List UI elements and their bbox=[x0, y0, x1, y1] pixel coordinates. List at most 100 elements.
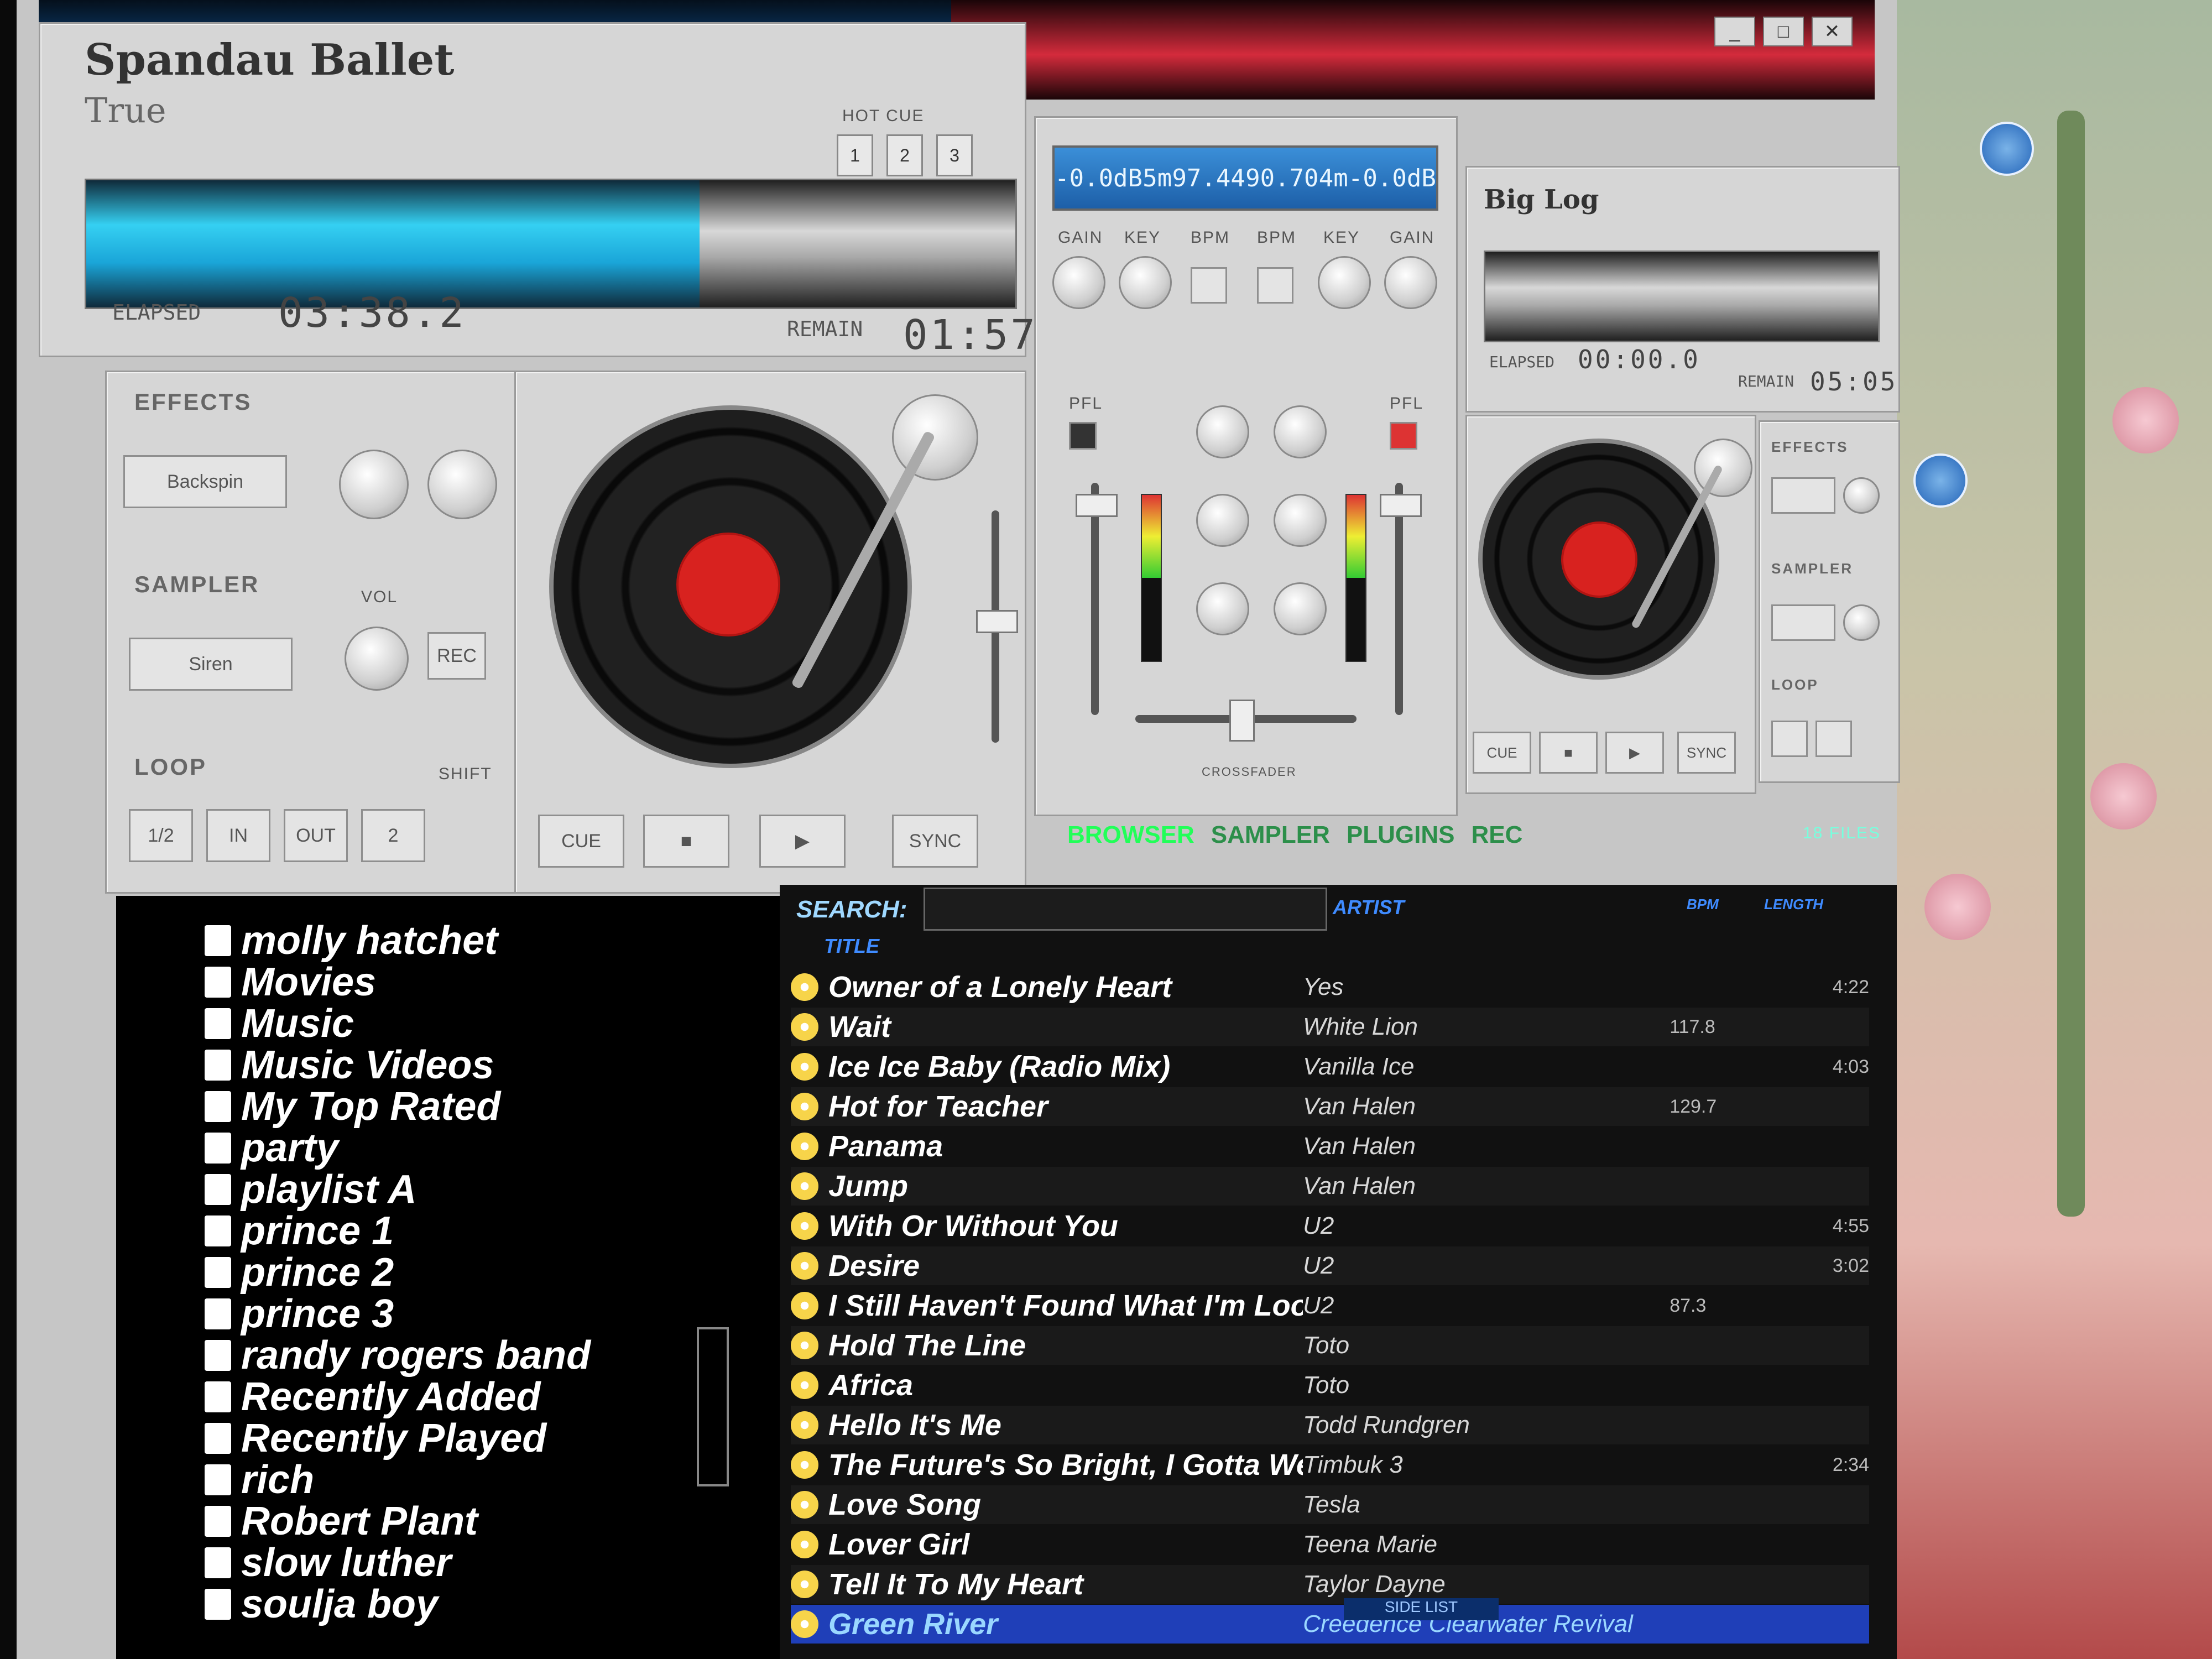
eq-high-left-knob[interactable] bbox=[1196, 405, 1249, 458]
deck-b-waveform[interactable] bbox=[1484, 251, 1880, 342]
table-row[interactable]: Hello It's Me Todd Rundgren bbox=[791, 1406, 1869, 1444]
table-row[interactable]: Wait White Lion 117.8 bbox=[791, 1008, 1869, 1046]
sidebar-item[interactable]: slow luther bbox=[205, 1540, 451, 1585]
loop-out-button[interactable]: OUT bbox=[284, 809, 348, 862]
table-row[interactable]: Green River Creedence Clearwater Revival bbox=[791, 1605, 1869, 1644]
sidebar-item[interactable]: molly hatchet bbox=[205, 918, 498, 963]
table-row[interactable]: I Still Haven't Found What I'm Looking F… bbox=[791, 1286, 1869, 1325]
loop-double-button[interactable]: 2 bbox=[361, 809, 425, 862]
side-list-button[interactable]: SIDE LIST bbox=[1344, 1598, 1499, 1620]
bpm-left-button[interactable] bbox=[1191, 267, 1227, 304]
channel-a-fader-cap[interactable] bbox=[1076, 494, 1118, 517]
deck-b-stop-button[interactable]: ■ bbox=[1539, 732, 1598, 774]
hot-cue-2-button[interactable]: 2 bbox=[886, 134, 923, 176]
column-header-length[interactable]: LENGTH bbox=[1764, 896, 1823, 913]
deck-b-sampler-select[interactable] bbox=[1771, 604, 1835, 641]
pfl-left-button[interactable] bbox=[1069, 422, 1097, 450]
sidebar-item[interactable]: soulja boy bbox=[205, 1582, 438, 1627]
sidebar-item[interactable]: rich bbox=[205, 1457, 314, 1503]
deck-b-loop-out-button[interactable] bbox=[1815, 721, 1852, 757]
effect-knob-2[interactable] bbox=[427, 450, 497, 519]
tab-plugins[interactable]: PLUGINS bbox=[1347, 821, 1455, 849]
sidebar-item[interactable]: Robert Plant bbox=[205, 1499, 478, 1544]
maximize-button[interactable]: □ bbox=[1763, 17, 1804, 46]
sidebar-item[interactable]: playlist A bbox=[205, 1167, 416, 1212]
eq-mid-left-knob[interactable] bbox=[1196, 494, 1249, 547]
deck-b-sync-button[interactable]: SYNC bbox=[1677, 732, 1736, 774]
table-row[interactable]: Hot for Teacher Van Halen 129.7 bbox=[791, 1087, 1869, 1126]
deck-b-cue-button[interactable]: CUE bbox=[1473, 732, 1531, 774]
table-row[interactable]: The Future's So Bright, I Gotta Wear Sha… bbox=[791, 1446, 1869, 1484]
channel-b-fader[interactable] bbox=[1395, 483, 1403, 715]
eq-high-right-knob[interactable] bbox=[1274, 405, 1327, 458]
sampler-volume-knob[interactable] bbox=[345, 627, 409, 691]
deck-a-waveform[interactable] bbox=[85, 179, 1017, 309]
internet-explorer-icon[interactable] bbox=[1980, 122, 2034, 176]
eq-mid-right-knob[interactable] bbox=[1274, 494, 1327, 547]
deck-b-effect-knob[interactable] bbox=[1843, 477, 1880, 514]
deck-a-play-button[interactable]: ▶ bbox=[759, 815, 846, 868]
internet-explorer-icon[interactable] bbox=[1913, 453, 1968, 508]
effect-select[interactable]: Backspin bbox=[123, 455, 287, 508]
sidebar-item[interactable]: Music bbox=[205, 1001, 354, 1046]
sidebar-item[interactable]: prince 2 bbox=[205, 1250, 394, 1295]
bpm-right-button[interactable] bbox=[1257, 267, 1293, 304]
sidebar-item[interactable]: Recently Added bbox=[205, 1374, 540, 1420]
deck-b-sampler-knob[interactable] bbox=[1843, 604, 1880, 641]
key-right-knob[interactable] bbox=[1318, 256, 1371, 309]
gain-left-knob[interactable] bbox=[1052, 256, 1105, 309]
search-input[interactable] bbox=[924, 888, 1327, 931]
table-row[interactable]: Ice Ice Baby (Radio Mix) Vanilla Ice 4:03 bbox=[791, 1047, 1869, 1086]
channel-a-fader[interactable] bbox=[1091, 483, 1099, 715]
key-left-knob[interactable] bbox=[1119, 256, 1172, 309]
sidebar-item[interactable]: randy rogers band bbox=[205, 1333, 591, 1378]
table-row[interactable]: Desire U2 3:02 bbox=[791, 1246, 1869, 1285]
table-row[interactable]: Love Song Tesla bbox=[791, 1485, 1869, 1524]
sidebar-item-label: party bbox=[241, 1126, 339, 1170]
sidebar-scrollbar[interactable] bbox=[697, 1327, 729, 1486]
crossfader-cap[interactable] bbox=[1229, 700, 1255, 742]
minimize-button[interactable]: _ bbox=[1714, 17, 1755, 46]
table-row[interactable]: With Or Without You U2 4:55 bbox=[791, 1207, 1869, 1245]
table-row[interactable]: Lover Girl Teena Marie bbox=[791, 1525, 1869, 1564]
sidebar-item[interactable]: party bbox=[205, 1125, 338, 1171]
tab-sampler[interactable]: SAMPLER bbox=[1211, 821, 1330, 849]
pfl-right-button[interactable] bbox=[1390, 422, 1417, 450]
eq-low-right-knob[interactable] bbox=[1274, 582, 1327, 635]
deck-a-cue-button[interactable]: CUE bbox=[538, 815, 624, 868]
table-row[interactable]: Panama Van Halen bbox=[791, 1127, 1869, 1166]
hot-cue-3-button[interactable]: 3 bbox=[936, 134, 973, 176]
deck-b-loop-in-button[interactable] bbox=[1771, 721, 1808, 757]
eq-low-left-knob[interactable] bbox=[1196, 582, 1249, 635]
deck-b-effect-select[interactable] bbox=[1771, 477, 1835, 514]
loop-half-button[interactable]: 1/2 bbox=[129, 809, 193, 862]
tab-browser[interactable]: BROWSER bbox=[1067, 821, 1194, 849]
effect-knob-1[interactable] bbox=[339, 450, 409, 519]
sampler-rec-button[interactable]: REC bbox=[427, 632, 486, 680]
column-header-bpm[interactable]: BPM bbox=[1687, 896, 1719, 913]
channel-b-fader-cap[interactable] bbox=[1380, 494, 1422, 517]
column-header-title[interactable]: TITLE bbox=[824, 935, 879, 958]
tab-rec[interactable]: REC bbox=[1471, 821, 1522, 849]
table-row[interactable]: Owner of a Lonely Heart Yes 4:22 bbox=[791, 968, 1869, 1006]
sidebar-item[interactable]: Music Videos bbox=[205, 1042, 494, 1088]
sampler-select[interactable]: Siren bbox=[129, 638, 293, 691]
hot-cue-1-button[interactable]: 1 bbox=[837, 134, 873, 176]
sidebar-item[interactable]: prince 3 bbox=[205, 1291, 394, 1337]
deck-a-sync-button[interactable]: SYNC bbox=[892, 815, 978, 868]
close-button[interactable]: ✕ bbox=[1812, 17, 1853, 46]
deck-a-pitch-cap[interactable] bbox=[976, 610, 1018, 633]
table-row[interactable]: Africa Toto bbox=[791, 1366, 1869, 1405]
table-row[interactable]: Tell It To My Heart Taylor Dayne bbox=[791, 1565, 1869, 1604]
column-header-artist[interactable]: ARTIST bbox=[1333, 896, 1404, 919]
sidebar-item[interactable]: My Top Rated bbox=[205, 1084, 500, 1129]
sidebar-item[interactable]: Recently Played bbox=[205, 1416, 546, 1461]
deck-a-stop-button[interactable]: ■ bbox=[643, 815, 729, 868]
table-row[interactable]: Hold The Line Toto bbox=[791, 1326, 1869, 1365]
loop-in-button[interactable]: IN bbox=[206, 809, 270, 862]
sidebar-item[interactable]: Movies bbox=[205, 959, 376, 1005]
gain-right-knob[interactable] bbox=[1384, 256, 1437, 309]
sidebar-item[interactable]: prince 1 bbox=[205, 1208, 394, 1254]
deck-b-play-button[interactable]: ▶ bbox=[1605, 732, 1664, 774]
table-row[interactable]: Jump Van Halen bbox=[791, 1167, 1869, 1206]
